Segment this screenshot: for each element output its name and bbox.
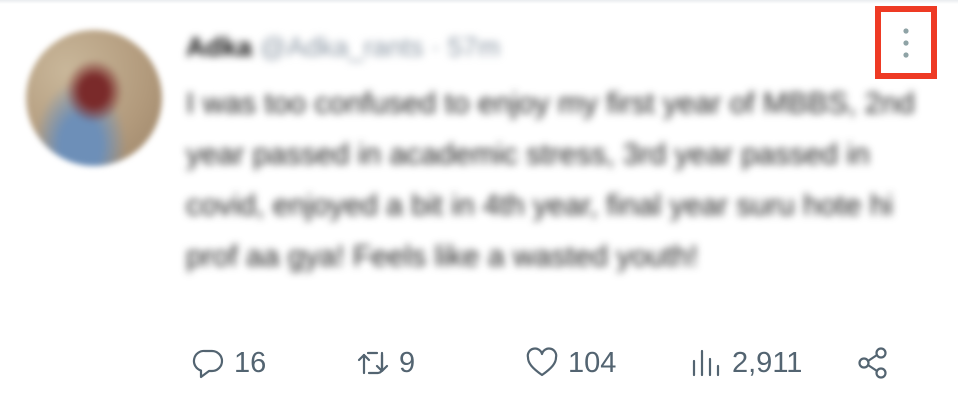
views-button[interactable]: 2,911 (688, 340, 802, 386)
top-divider (0, 0, 958, 4)
retweet-count: 9 (399, 346, 416, 379)
tweet-actions-bar: 16 9 104 2,911 (190, 340, 910, 386)
retweet-button[interactable]: 9 (355, 340, 415, 386)
more-vertical-icon (903, 27, 909, 58)
reply-count: 16 (234, 346, 267, 379)
like-button[interactable]: 104 (524, 340, 616, 386)
like-count: 104 (568, 346, 617, 379)
author-handle[interactable]: @Adka_rants (260, 32, 424, 62)
heart-icon (526, 347, 558, 377)
more-options-button[interactable] (875, 6, 937, 79)
avatar[interactable] (26, 30, 162, 166)
separator-dot: · (431, 32, 441, 62)
share-button[interactable] (855, 340, 891, 386)
reply-button[interactable]: 16 (190, 340, 266, 386)
tweet-header: Adka @Adka_rants · 57m (186, 32, 500, 63)
share-icon (858, 347, 887, 379)
views-icon (692, 349, 720, 377)
retweet-icon (357, 351, 389, 375)
reply-icon (192, 349, 224, 379)
author-name[interactable]: Adka (186, 32, 252, 62)
views-count: 2,911 (732, 346, 803, 379)
tweet-text: I was too confused to enjoy my first yea… (186, 87, 915, 273)
timestamp[interactable]: 57m (448, 32, 501, 62)
